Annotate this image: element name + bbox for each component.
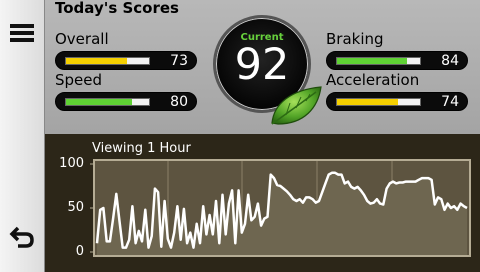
score-history-chart — [90, 159, 471, 257]
